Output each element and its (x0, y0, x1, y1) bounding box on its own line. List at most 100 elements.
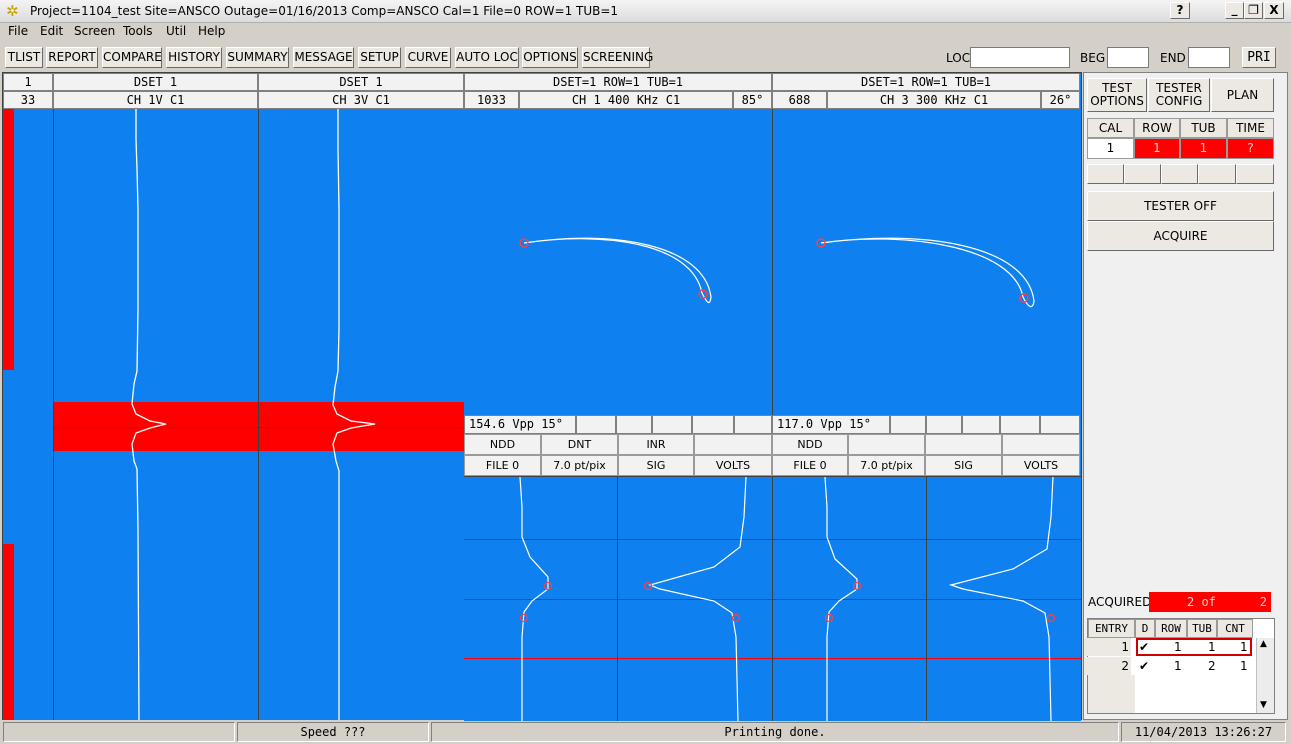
acquired-label: ACQUIRED (1088, 595, 1152, 609)
tub-cell: 1 (1208, 640, 1216, 654)
auto-loc-button[interactable]: AUTO LOC (455, 47, 519, 68)
lissajous2-info-4 (962, 415, 1000, 434)
menu-screen[interactable]: Screen (74, 24, 115, 38)
curve-button[interactable]: CURVE (405, 47, 451, 68)
row-header: ROW (1134, 118, 1180, 138)
tester-config-button[interactable]: TESTER CONFIG (1148, 78, 1210, 112)
lissajous2-info-2 (890, 415, 926, 434)
sig-button-1[interactable]: SIG (618, 455, 694, 476)
blank-button-2b[interactable] (925, 434, 1002, 455)
report-button[interactable]: REPORT (46, 47, 98, 68)
ndd-button-2[interactable]: NDD (772, 434, 848, 455)
compare-button[interactable]: COMPARE (102, 47, 162, 68)
dnt-button-1[interactable]: DNT (541, 434, 618, 455)
inr-button-1[interactable]: INR (618, 434, 694, 455)
loc-input[interactable] (970, 47, 1070, 68)
ptpix-button-2[interactable]: 7.0 pt/pix (848, 455, 925, 476)
lissajous-trace-ch3 (816, 237, 1035, 308)
lissajous2-info-6 (1040, 415, 1080, 434)
history-button[interactable]: HISTORY (166, 47, 222, 68)
cal-header: CAL (1087, 118, 1134, 138)
vertical-trace-ch3[interactable] (772, 476, 1081, 721)
beg-input[interactable] (1107, 47, 1149, 68)
lissajous-plot-ch1[interactable] (464, 109, 772, 415)
tester-off-button[interactable]: TESTER OFF (1087, 191, 1274, 221)
message-button[interactable]: MESSAGE (293, 47, 354, 68)
row-cell: 1 (1174, 640, 1182, 654)
screening-button[interactable]: SCREENING (582, 47, 653, 68)
vertical-trace-lines-1 (519, 477, 747, 721)
ptpix-button-1[interactable]: 7.0 pt/pix (541, 455, 618, 476)
app-icon: ✲ (6, 2, 19, 20)
strip-header: 1 (3, 73, 53, 91)
check-icon: ✔ (1139, 659, 1150, 673)
lissajous2-header: DSET=1 ROW=1 TUB=1 (772, 73, 1080, 91)
blank-button-2c[interactable] (1002, 434, 1080, 455)
alarm-bar-top (3, 109, 14, 370)
table-entry-column-fill (1088, 675, 1135, 713)
setup-button[interactable]: SETUP (358, 47, 401, 68)
blank-button-1[interactable] (694, 434, 772, 455)
cnt-header: CNT (1217, 619, 1253, 638)
restore-button[interactable]: ❐ (1244, 2, 1263, 19)
close-button[interactable]: X (1264, 2, 1284, 19)
loc-label: LOC (946, 51, 971, 65)
menu-help[interactable]: Help (198, 24, 225, 38)
volts-button-2[interactable]: VOLTS (1002, 455, 1080, 476)
cnt-cell: 1 (1240, 640, 1248, 654)
lissajous-trace-ch1 (519, 237, 712, 304)
row-col-header: ROW (1155, 619, 1187, 638)
table-row[interactable]: 2 ✔ 1 2 1 (1084, 657, 1253, 675)
lissajous1-sub-right: 85° (733, 91, 772, 109)
slot-button-1[interactable] (1087, 164, 1124, 184)
strip2-header: DSET 1 (258, 73, 464, 91)
strip-chart-ch3[interactable] (258, 109, 465, 720)
tlist-button[interactable]: TLIST (5, 47, 43, 68)
lissajous1-sub-mid: CH 1 400 KHz C1 (519, 91, 733, 109)
menu-file[interactable]: File (8, 24, 28, 38)
time-header: TIME (1227, 118, 1274, 138)
help-button[interactable]: ? (1170, 2, 1190, 19)
strip1-sub: CH 1V C1 (53, 91, 258, 109)
options-button[interactable]: OPTIONS (522, 47, 578, 68)
lissajous2-sub-mid: CH 3 300 KHz C1 (827, 91, 1041, 109)
strip-chart-ch1[interactable] (53, 109, 259, 720)
lissajous1-info-3 (616, 415, 652, 434)
slot-button-4[interactable] (1198, 164, 1236, 184)
test-options-button[interactable]: TEST OPTIONS (1087, 78, 1147, 112)
sig-button-2[interactable]: SIG (925, 455, 1002, 476)
speed-status: Speed ??? (237, 722, 429, 742)
menu-tools[interactable]: Tools (123, 24, 153, 38)
plan-button[interactable]: PLAN (1211, 78, 1274, 112)
pri-button[interactable]: PRI (1242, 47, 1276, 68)
menu-edit[interactable]: Edit (40, 24, 63, 38)
ndd-button-1[interactable]: NDD (464, 434, 541, 455)
slot-button-2[interactable] (1124, 164, 1161, 184)
minimize-button[interactable]: _ (1225, 2, 1244, 19)
lissajous-plot-ch3[interactable] (772, 109, 1081, 415)
summary-button[interactable]: SUMMARY (226, 47, 289, 68)
file-button-2[interactable]: FILE 0 (772, 455, 848, 476)
slot-button-5[interactable] (1236, 164, 1274, 184)
scroll-down-icon[interactable]: ▼ (1260, 700, 1267, 710)
lissajous2-vpp: 117.0 Vpp 15° (772, 415, 890, 434)
menu-util[interactable]: Util (166, 24, 186, 38)
datetime-status: 11/04/2013 13:26:27 (1121, 722, 1286, 742)
table-row[interactable]: 1 ✔ 1 1 1 (1084, 638, 1253, 656)
position-strip[interactable] (3, 109, 53, 720)
end-input[interactable] (1188, 47, 1230, 68)
slot-button-3[interactable] (1161, 164, 1198, 184)
strip1-header: DSET 1 (53, 73, 258, 91)
file-button-1[interactable]: FILE 0 (464, 455, 541, 476)
scroll-up-icon[interactable]: ▲ (1260, 639, 1267, 649)
beg-label: BEG (1080, 51, 1106, 65)
title-bar: ✲ Project=1104_test Site=ANSCO Outage=01… (0, 0, 1291, 23)
vertical-trace-ch1[interactable] (464, 476, 772, 721)
vertical-trace-lines-2 (824, 477, 1056, 721)
acquire-button[interactable]: ACQUIRE (1087, 221, 1274, 251)
volts-button-1[interactable]: VOLTS (694, 455, 772, 476)
table-scrollbar[interactable]: ▲ ▼ (1256, 638, 1274, 713)
blank-button-2a[interactable] (848, 434, 925, 455)
cal-value: 1 (1087, 138, 1134, 159)
strip2-sub: CH 3V C1 (258, 91, 464, 109)
